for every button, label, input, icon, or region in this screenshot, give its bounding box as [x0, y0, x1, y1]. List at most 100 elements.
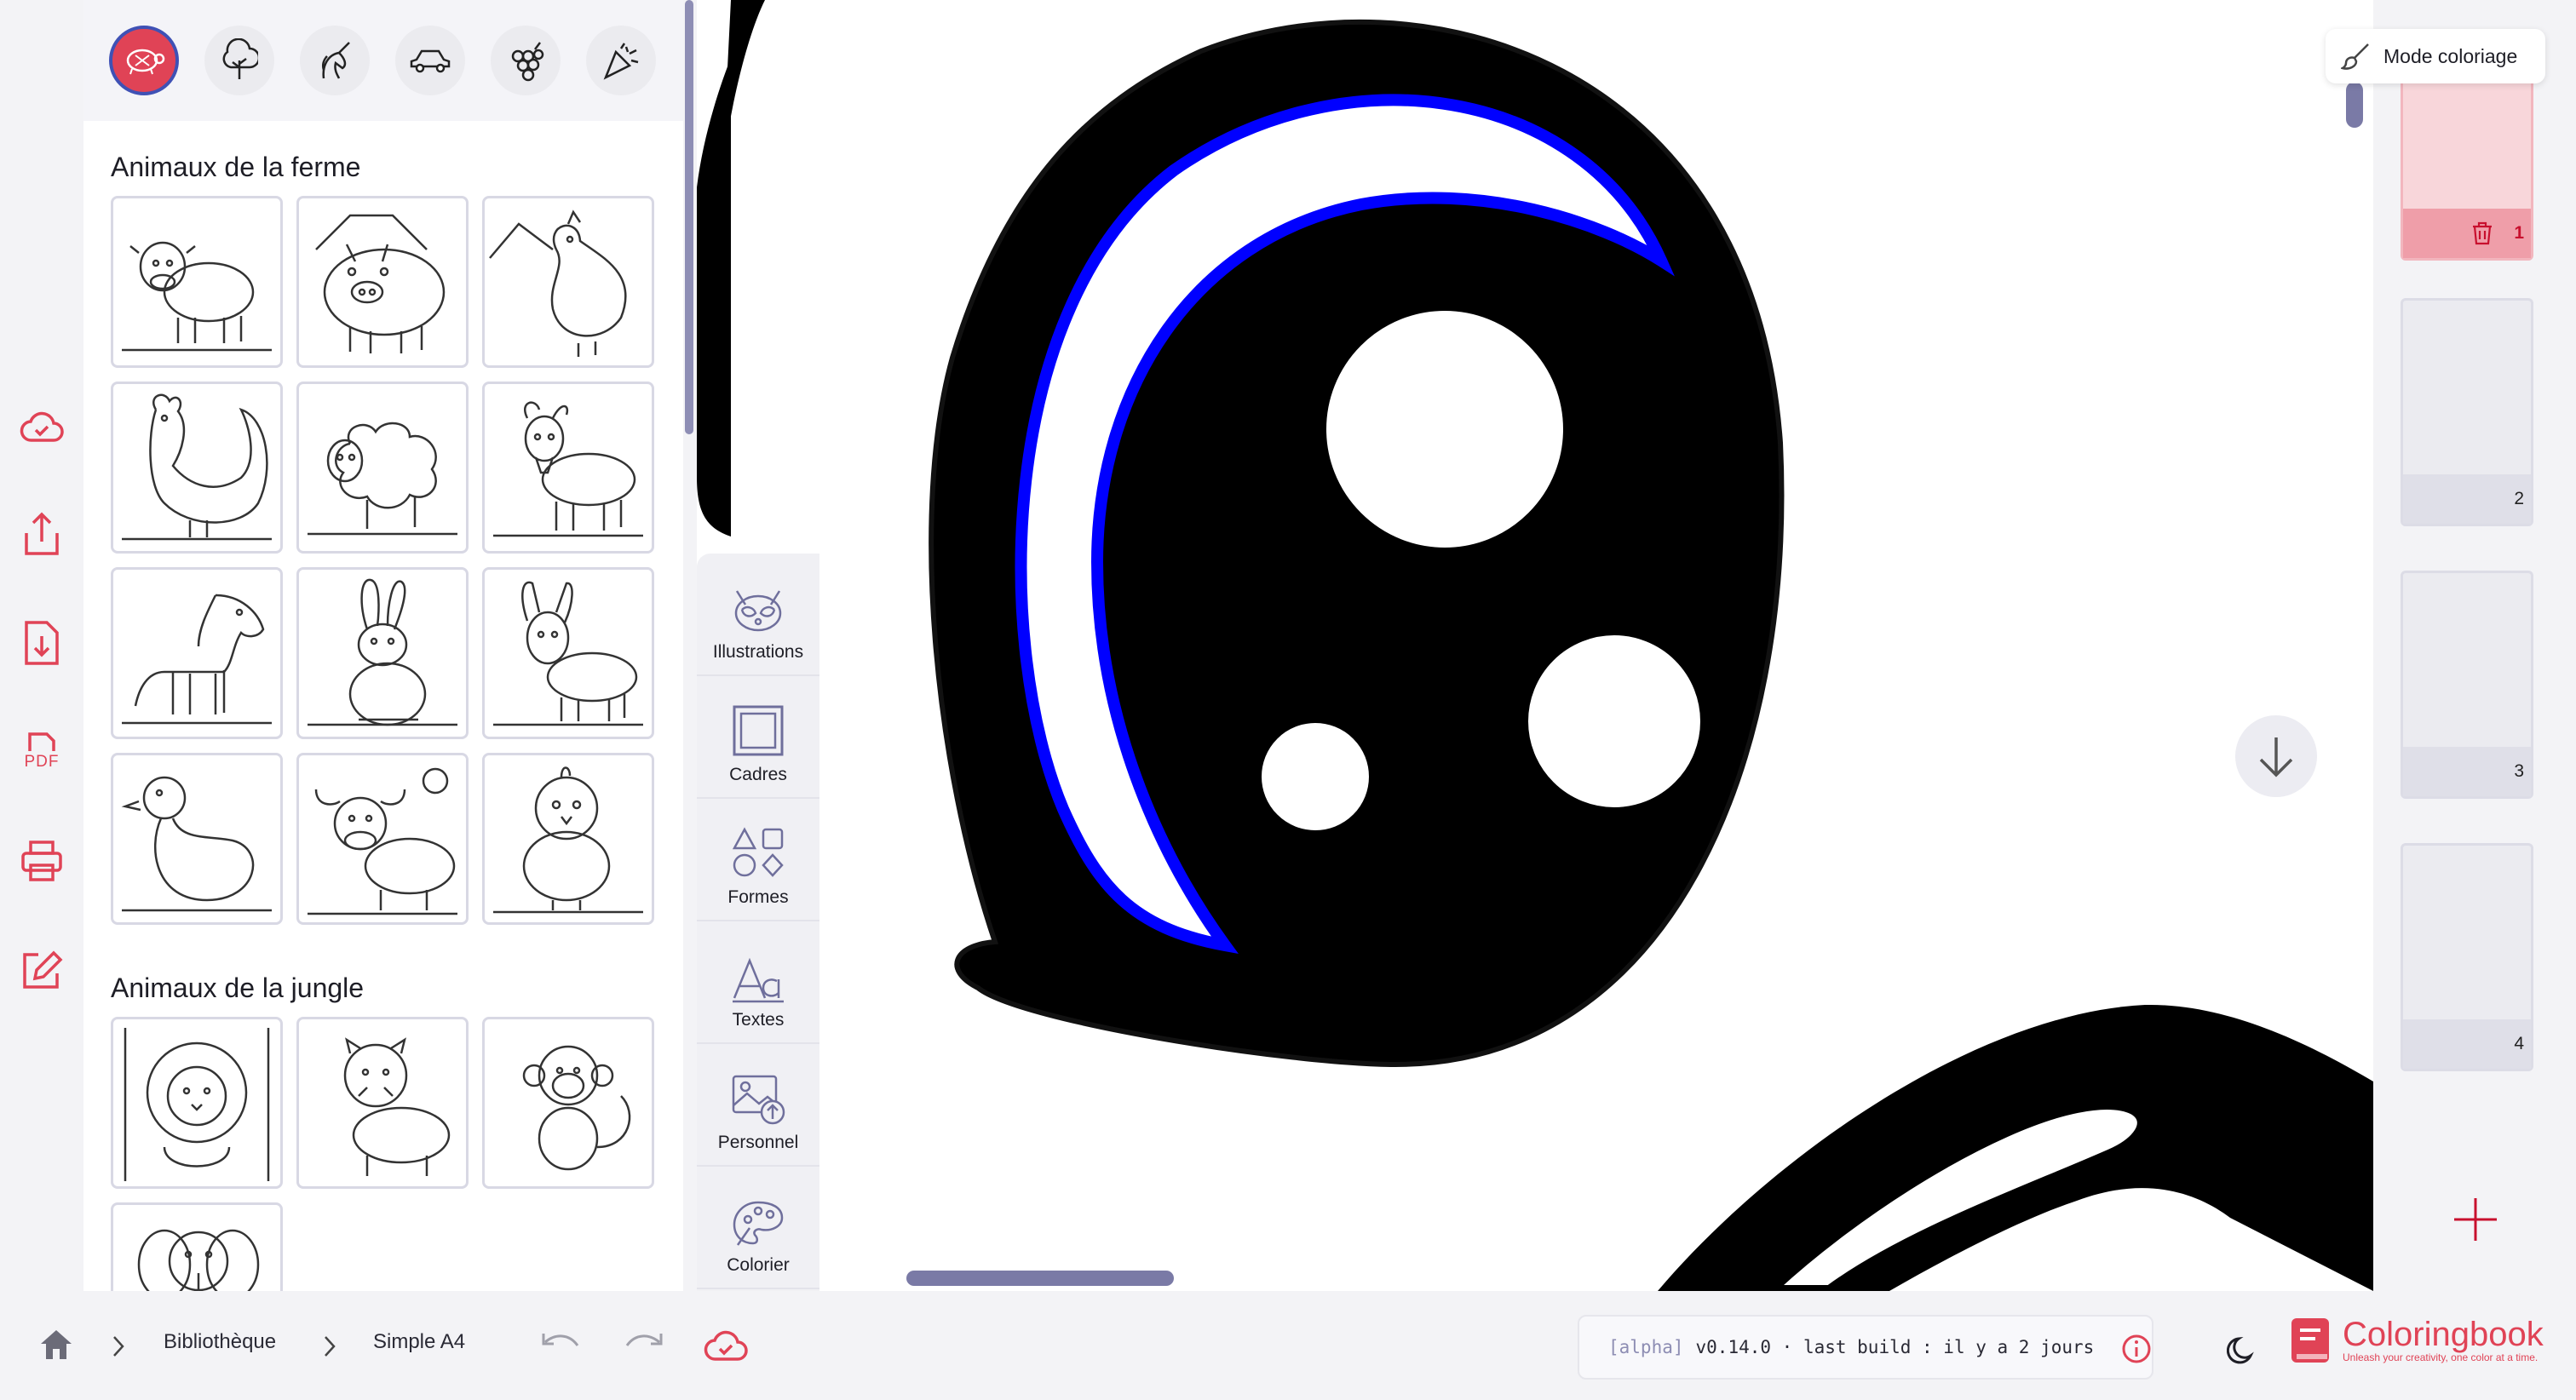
category-bar [83, 0, 683, 121]
cloud-check-icon [20, 411, 64, 442]
drawing-canvas[interactable] [697, 0, 2373, 1291]
share-button[interactable] [12, 504, 72, 564]
category-party[interactable] [586, 26, 656, 95]
thumbnail-elephant[interactable] [111, 1202, 283, 1291]
page-thumbnail-3[interactable]: 3 [2401, 571, 2533, 799]
scroll-down-button[interactable] [2235, 715, 2317, 797]
undo-button[interactable] [540, 1330, 581, 1362]
thumbnail-rabbit[interactable] [296, 567, 469, 739]
edit-icon [23, 950, 63, 989]
thumbnail-goat[interactable] [482, 382, 654, 554]
breadcrumb-chevron-icon [325, 1336, 336, 1357]
tab-personal-label: Personnel [717, 1133, 799, 1152]
party-popper-icon [603, 43, 639, 80]
thumbnail-horse[interactable] [111, 567, 283, 739]
trash-icon[interactable] [2471, 221, 2493, 245]
print-icon [21, 841, 62, 881]
info-button[interactable] [2121, 1334, 2152, 1368]
breadcrumb-document: Simple A4 [373, 1330, 466, 1353]
add-page-button[interactable] [2450, 1194, 2501, 1245]
pdf-icon [28, 732, 55, 751]
library-panel: Animaux de la ferme Animaux de la jungle [83, 0, 683, 1291]
coloring-artwork[interactable] [697, 0, 2373, 1291]
edit-button[interactable] [12, 940, 72, 1000]
download-icon [25, 621, 59, 665]
category-nature[interactable] [204, 26, 274, 95]
thumbnail-pig[interactable] [296, 196, 469, 368]
tab-texts[interactable]: Textes [697, 921, 819, 1044]
category-fantasy[interactable] [300, 26, 370, 95]
cloud-sync-button[interactable] [704, 1330, 748, 1367]
canvas-horizontal-scrollbar[interactable] [906, 1271, 1174, 1286]
coloring-mode-button[interactable]: Mode coloriage [2326, 29, 2545, 83]
book-icon [2291, 1318, 2329, 1363]
redo-icon [625, 1334, 663, 1346]
undo-icon [542, 1334, 579, 1346]
tab-frames[interactable]: Cadres [697, 676, 819, 799]
breadcrumb-library[interactable]: Bibliothèque [164, 1330, 276, 1354]
thumbnail-tiger[interactable] [296, 1017, 469, 1189]
tab-colorize[interactable]: Colorier [697, 1167, 819, 1289]
thumbnail-sheep[interactable] [296, 382, 469, 554]
redo-button[interactable] [624, 1330, 664, 1362]
info-icon [2122, 1334, 2151, 1363]
thumbnail-bull[interactable] [296, 753, 469, 925]
brand-logo: Coloringbook Unleash your creativity, on… [2288, 1317, 2544, 1364]
home-button[interactable] [39, 1328, 73, 1365]
tab-shapes[interactable]: Formes [697, 799, 819, 921]
left-toolbar: PDF [0, 0, 83, 1291]
palette-icon [733, 1201, 784, 1246]
page-thumbnail-2[interactable]: 2 [2401, 298, 2533, 526]
page-number-3: 3 [2514, 761, 2524, 781]
pages-panel: 1 2 3 4 [2373, 0, 2576, 1291]
car-icon [410, 49, 451, 73]
share-icon [25, 512, 59, 555]
thumbnail-cow[interactable] [111, 196, 283, 368]
library-scrollbar[interactable] [683, 0, 695, 1291]
breadcrumb-chevron-icon [113, 1336, 124, 1357]
tab-illustrations[interactable]: Illustrations [697, 554, 819, 676]
thumbnail-lion[interactable] [111, 1017, 283, 1189]
page-number-4: 4 [2514, 1034, 2524, 1053]
page-number-2: 2 [2514, 489, 2524, 508]
tab-colorize-label: Colorier [727, 1255, 790, 1275]
image-upload-icon [732, 1075, 785, 1125]
text-icon [733, 957, 784, 1003]
pdf-export-button[interactable]: PDF [12, 722, 72, 782]
category-vehicles[interactable] [395, 26, 465, 95]
brush-icon [2341, 43, 2369, 70]
unicorn-icon [321, 42, 350, 79]
page-thumbnail-4[interactable]: 4 [2401, 843, 2533, 1071]
category-fruits[interactable] [491, 26, 561, 95]
download-button[interactable] [12, 613, 72, 673]
page-footer-1: 1 [2403, 209, 2531, 258]
thumbnail-rooster[interactable] [111, 382, 283, 554]
cloud-check-icon [704, 1330, 748, 1361]
tab-frames-label: Cadres [729, 765, 787, 784]
library-scrollbar-thumb[interactable] [685, 0, 693, 434]
tool-tabs: Illustrations Cadres Formes Textes Perso… [697, 554, 819, 1291]
moon-icon [2226, 1336, 2254, 1364]
version-tag: [alpha] [1608, 1337, 1684, 1357]
thumbnail-monkey[interactable] [482, 1017, 654, 1189]
cloud-save-button[interactable] [12, 397, 72, 456]
tab-personal[interactable]: Personnel [697, 1044, 819, 1167]
thumbnail-donkey[interactable] [482, 567, 654, 739]
grapes-icon [511, 42, 544, 82]
dark-mode-toggle[interactable] [2226, 1334, 2259, 1370]
tab-illustrations-label: Illustrations [712, 642, 804, 662]
thumbnail-chick[interactable] [482, 753, 654, 925]
arrow-down-icon [2259, 737, 2293, 777]
section-title-farm: Animaux de la ferme [111, 152, 361, 182]
version-info: [alpha] v0.14.0 · last build : il y a 2 … [1578, 1315, 2153, 1380]
print-button[interactable] [12, 831, 72, 891]
thumbnail-duck[interactable] [111, 753, 283, 925]
canvas-vertical-scrollbar[interactable] [2346, 82, 2363, 128]
turtle-icon [126, 49, 165, 75]
category-animals[interactable] [109, 26, 179, 95]
version-text: v0.14.0 · last build : il y a 2 jours [1695, 1337, 2095, 1357]
brand-name: Coloringbook [2343, 1316, 2544, 1353]
tab-texts-label: Textes [732, 1010, 785, 1030]
raccoon-icon [734, 590, 782, 632]
thumbnail-hen[interactable] [482, 196, 654, 368]
